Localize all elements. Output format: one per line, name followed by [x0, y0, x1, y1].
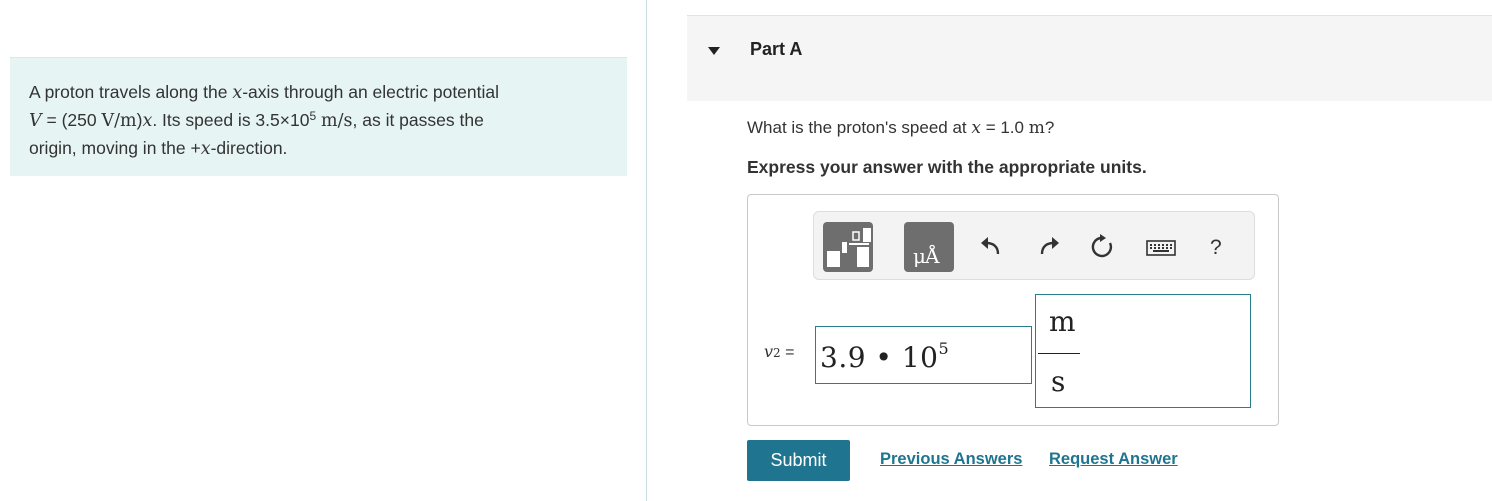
- problem-text: origin, moving in the +: [29, 138, 201, 158]
- math-x: x: [200, 139, 211, 159]
- equals: =: [780, 344, 795, 361]
- math-x: x: [232, 83, 243, 103]
- unit-numerator: m: [1049, 305, 1076, 338]
- problem-text: -direction.: [210, 138, 288, 158]
- problem-line-3: origin, moving in the +x-direction.: [29, 135, 609, 163]
- templates-button[interactable]: [823, 222, 873, 272]
- templates-icon: [827, 228, 871, 267]
- request-answer-link[interactable]: Request Answer: [1049, 450, 1178, 469]
- help-icon[interactable]: ?: [1210, 236, 1222, 260]
- panel-divider: [646, 0, 647, 501]
- question-part: = 1.0: [980, 118, 1029, 137]
- value-input[interactable]: 3.9 • 105: [815, 326, 1032, 384]
- subscript: 2: [773, 346, 781, 360]
- answer-variable-label: v2 =: [764, 342, 794, 362]
- units-icon: μÅ: [913, 244, 939, 268]
- question-part: ?: [1044, 118, 1055, 137]
- caret-down-icon[interactable]: [708, 47, 720, 55]
- instruction-text: Express your answer with the appropriate…: [747, 157, 1147, 177]
- math-x: x: [142, 111, 153, 131]
- previous-answers-link[interactable]: Previous Answers: [880, 450, 1022, 469]
- problem-text: = (250: [41, 110, 102, 130]
- value-exponent: 5: [938, 339, 950, 358]
- math-x: x: [971, 118, 981, 138]
- math-toolbar: μÅ ?: [813, 211, 1255, 280]
- problem-statement: A proton travels along the x-axis throug…: [10, 57, 627, 176]
- problem-text: . Its speed is 3.5×10: [152, 110, 310, 130]
- fraction-bar: [1038, 353, 1080, 354]
- problem-line-1: A proton travels along the x-axis throug…: [29, 79, 609, 107]
- reset-icon[interactable]: [1090, 234, 1116, 260]
- keyboard-icon[interactable]: [1146, 234, 1176, 260]
- unit-denominator: s: [1051, 365, 1066, 398]
- math-v: v: [764, 342, 774, 361]
- problem-text: , as it passes the: [352, 110, 484, 130]
- undo-icon[interactable]: [980, 234, 1002, 260]
- problem-text: -axis through an electric potential: [242, 82, 500, 102]
- question-text: What is the proton's speed at x = 1.0 m?: [747, 118, 1054, 138]
- problem-line-2: V = (250 V/m)x. Its speed is 3.5×105 m/s…: [29, 107, 609, 135]
- submit-button[interactable]: Submit: [747, 440, 850, 481]
- math-unit: m/s: [321, 111, 353, 131]
- units-input[interactable]: m s: [1035, 294, 1251, 408]
- math-unit: V/m: [101, 111, 137, 131]
- units-button[interactable]: μÅ: [904, 222, 954, 272]
- value-mantissa: 3.9 • 10: [820, 341, 939, 374]
- question-part: What is the proton's speed at: [747, 118, 972, 137]
- math-v: V: [29, 111, 42, 131]
- problem-text: A proton travels along the: [29, 82, 233, 102]
- redo-icon[interactable]: [1038, 234, 1060, 260]
- part-a-header[interactable]: Part A: [687, 15, 1492, 101]
- part-title: Part A: [750, 39, 803, 59]
- math-unit: m: [1028, 118, 1045, 138]
